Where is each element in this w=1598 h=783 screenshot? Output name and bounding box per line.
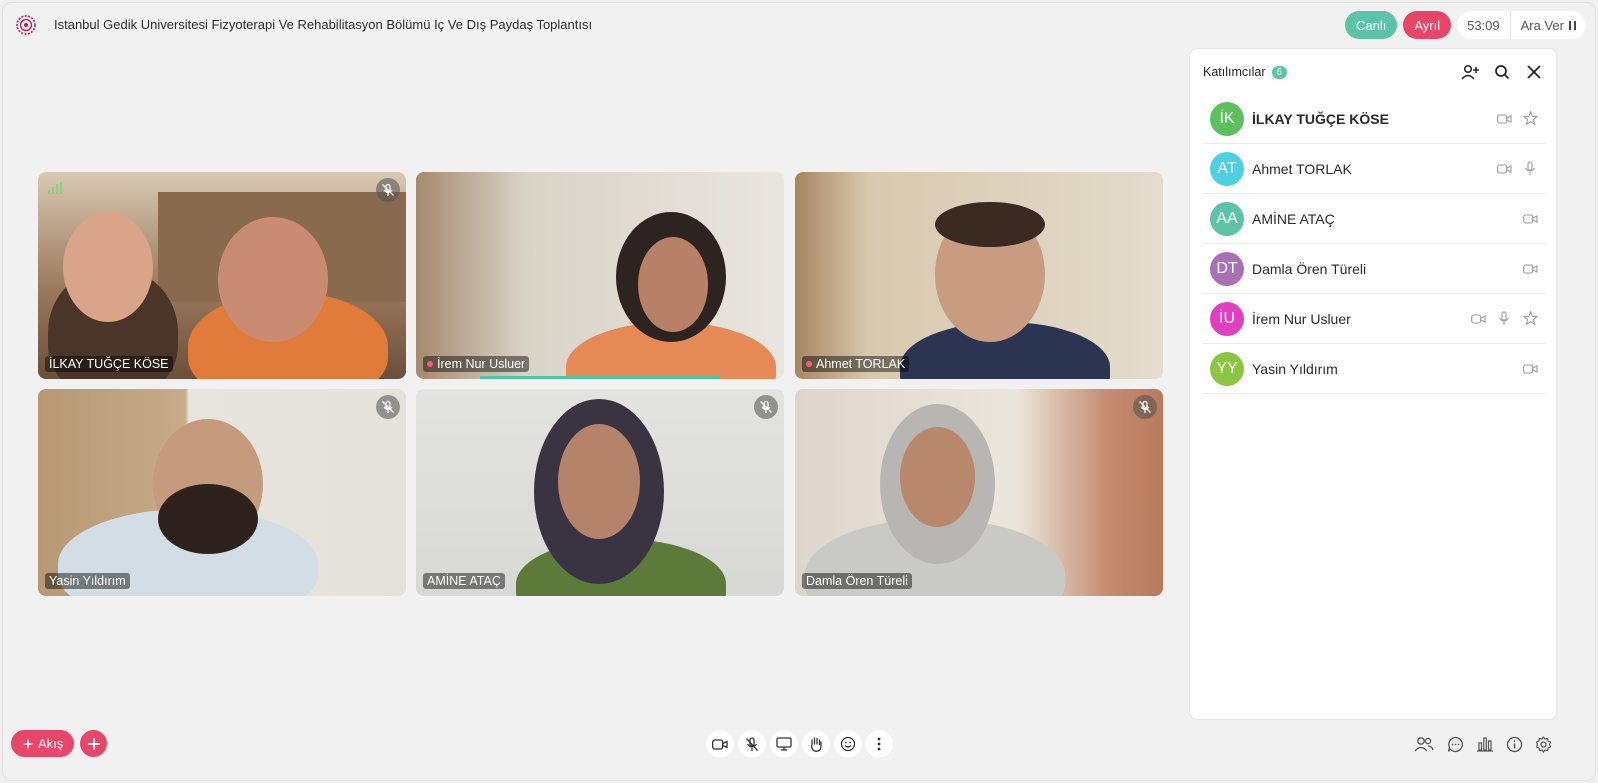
participants-panel: Katılımcılar 6 İK İLKAY TUĞÇE KÖSE AT Ah… xyxy=(1189,48,1557,720)
add-person-icon[interactable] xyxy=(1460,62,1480,82)
star-icon[interactable] xyxy=(1522,311,1538,327)
tile-name-label: Ahmet TORLAK xyxy=(802,356,910,372)
settings-icon[interactable] xyxy=(1532,733,1554,755)
participant-list: İK İLKAY TUĞÇE KÖSE AT Ahmet TORLAK AA A… xyxy=(1202,94,1546,394)
camera-icon xyxy=(1522,361,1538,377)
participant-name: AMİNE ATAÇ xyxy=(1252,210,1335,227)
participant-row[interactable]: YY Yasin Yıldırım xyxy=(1202,344,1546,394)
participant-row[interactable]: AA AMİNE ATAÇ xyxy=(1202,194,1546,244)
mic-toggle-button[interactable] xyxy=(738,730,766,758)
meeting-timer: 53:09 xyxy=(1457,11,1511,39)
tile-name-label: Damla Ören Türeli xyxy=(802,573,912,589)
camera-toggle-button[interactable] xyxy=(706,730,734,758)
tile-name-label: AMİNE ATAÇ xyxy=(423,573,505,589)
more-options-button[interactable] xyxy=(865,730,893,758)
camera-icon xyxy=(1496,161,1512,177)
mic-icon xyxy=(1496,311,1512,327)
camera-icon xyxy=(1522,211,1538,227)
participant-name: İrem Nur Usluer xyxy=(1252,310,1351,327)
status-dot xyxy=(427,361,433,367)
participant-name: Damla Ören Türeli xyxy=(1252,260,1367,277)
mic-icon xyxy=(1522,161,1538,177)
signal-icon xyxy=(48,182,62,194)
avatar: İK xyxy=(1210,101,1244,136)
leave-button[interactable]: Ayrıl xyxy=(1403,11,1452,39)
meeting-title: Istanbul Gedik Universitesi Fizyoterapi … xyxy=(54,17,593,32)
mic-off-icon xyxy=(754,395,778,419)
camera-icon xyxy=(1522,261,1538,277)
mic-off-icon xyxy=(1133,395,1157,419)
avatar: AT xyxy=(1210,151,1244,186)
flow-label: Akış xyxy=(38,736,64,751)
participant-row[interactable]: İU İrem Nur Usluer xyxy=(1202,294,1546,344)
participant-row[interactable]: AT Ahmet TORLAK xyxy=(1202,144,1546,194)
info-icon[interactable] xyxy=(1503,733,1525,755)
chat-icon[interactable] xyxy=(1444,733,1466,755)
star-icon[interactable] xyxy=(1522,111,1538,127)
participant-name: Yasin Yıldırım xyxy=(1252,360,1338,377)
pause-icon xyxy=(1569,20,1576,30)
search-icon[interactable] xyxy=(1492,62,1512,82)
participants-icon[interactable] xyxy=(1413,733,1435,755)
participant-count-badge: 6 xyxy=(1271,65,1288,79)
video-tile[interactable]: Yasin Yıldırım xyxy=(38,389,406,596)
avatar: İU xyxy=(1210,301,1244,336)
camera-icon xyxy=(1496,111,1512,127)
avatar: DT xyxy=(1210,251,1244,286)
participant-row[interactable]: DT Damla Ören Türeli xyxy=(1202,244,1546,294)
poll-icon[interactable] xyxy=(1474,733,1496,755)
video-feed xyxy=(416,389,784,596)
header-controls: Canlı Ayrıl 53:09 Ara Ver xyxy=(1344,11,1586,39)
avatar: AA xyxy=(1210,201,1244,236)
participant-name: Ahmet TORLAK xyxy=(1252,160,1352,177)
close-icon[interactable] xyxy=(1524,62,1544,82)
logo-icon xyxy=(16,15,36,35)
video-tile[interactable]: İLKAY TUĞÇE KÖSE xyxy=(38,172,406,379)
speaking-indicator xyxy=(480,376,720,379)
video-feed xyxy=(416,172,784,379)
panel-title: Katılımcılar xyxy=(1203,65,1266,79)
video-tile[interactable]: AMİNE ATAÇ xyxy=(416,389,784,596)
video-tile[interactable]: Ahmet TORLAK xyxy=(795,172,1163,379)
mic-off-icon xyxy=(376,178,400,202)
screen-share-button[interactable] xyxy=(770,730,798,758)
status-dot xyxy=(806,361,812,367)
raise-hand-button[interactable] xyxy=(802,730,830,758)
panel-header: Katılımcılar 6 xyxy=(1203,65,1288,79)
video-feed xyxy=(795,172,1163,379)
pause-label: Ara Ver xyxy=(1520,17,1564,33)
live-badge: Canlı xyxy=(1344,11,1398,39)
video-tile[interactable]: Damla Ören Türeli xyxy=(795,389,1163,596)
pause-button[interactable]: Ara Ver xyxy=(1511,11,1586,39)
tile-name-label: İrem Nur Usluer xyxy=(423,356,530,372)
video-feed xyxy=(795,389,1163,596)
flow-button[interactable]: Akış xyxy=(11,730,75,757)
participant-row[interactable]: İK İLKAY TUĞÇE KÖSE xyxy=(1202,94,1546,144)
tile-name-label: İLKAY TUĞÇE KÖSE xyxy=(45,356,173,372)
timer-box: 53:09 Ara Ver xyxy=(1457,11,1586,39)
video-feed xyxy=(38,389,406,596)
tile-name-label: Yasin Yıldırım xyxy=(45,573,130,589)
reaction-button[interactable] xyxy=(834,730,862,758)
mic-off-icon xyxy=(376,395,400,419)
sparkle-icon xyxy=(22,737,34,750)
camera-icon xyxy=(1470,311,1486,327)
participant-name: İLKAY TUĞÇE KÖSE xyxy=(1252,110,1389,127)
video-tile[interactable]: İrem Nur Usluer xyxy=(416,172,784,379)
add-button[interactable] xyxy=(80,730,107,757)
avatar: YY xyxy=(1210,351,1244,386)
panel-actions xyxy=(1460,62,1544,82)
video-feed xyxy=(38,172,406,379)
